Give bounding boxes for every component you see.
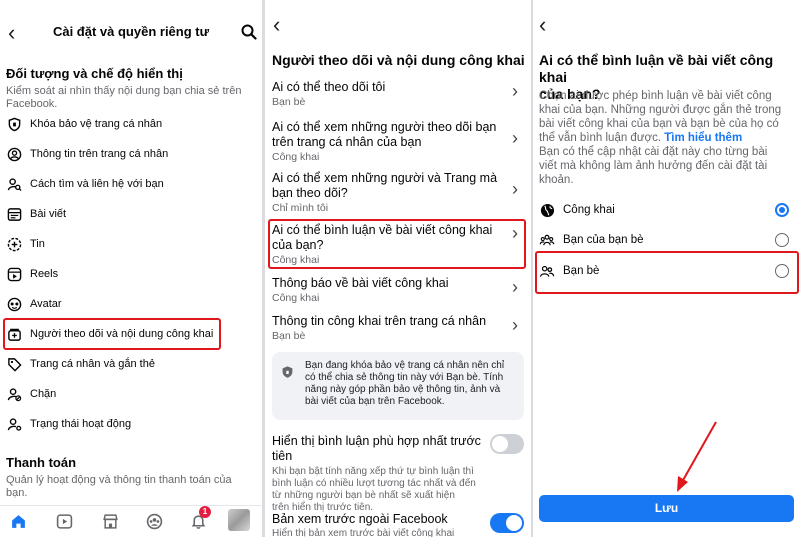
- highlight-box: [535, 251, 799, 294]
- setting-off-facebook-previews: Bản xem trước ngoài Facebook Hiển thị bả…: [272, 512, 455, 537]
- menu-item-blocking[interactable]: Chặn: [6, 382, 56, 406]
- marketplace-icon[interactable]: [101, 512, 119, 530]
- chevron-right-icon: ›: [512, 315, 518, 335]
- notification-badge: 1: [199, 506, 211, 518]
- avatar-icon: [6, 296, 22, 312]
- back-arrow-icon[interactable]: ‹: [273, 14, 280, 36]
- shield-icon: [6, 116, 22, 132]
- section-desc-payments-2: bạn.: [6, 487, 28, 499]
- profile-lock-notice: Bạn đang khóa bảo vệ trang cá nhân nên c…: [272, 352, 524, 420]
- section-desc-payments: Quản lý hoạt động và thông tin thanh toá…: [6, 474, 232, 486]
- menu-item-avatar[interactable]: Avatar: [6, 292, 62, 316]
- home-icon[interactable]: [9, 512, 27, 530]
- search-icon[interactable]: [241, 24, 257, 40]
- reels-icon: [6, 266, 22, 282]
- section-heading-payments: Thanh toán: [6, 455, 77, 470]
- setting-who-can-see-following[interactable]: Ai có thể xem những người và Trang mà bạ…: [272, 171, 522, 214]
- menu-item-active-status[interactable]: Trạng thái hoạt động: [6, 412, 131, 436]
- page-description: Chọn ai được phép bình luận về bài viết …: [539, 90, 782, 186]
- option-friends-of-friends[interactable]: Bạn của bạn bè: [539, 227, 797, 253]
- menu-item-find-contact[interactable]: Cách tìm và liên hệ với bạn: [6, 172, 164, 196]
- setting-public-post-notifications[interactable]: Thông báo về bài viết công khai Công kha…: [272, 276, 522, 304]
- menu-item-profile-info[interactable]: Thông tin trên trang cá nhân: [6, 142, 168, 166]
- video-icon[interactable]: [55, 512, 73, 530]
- menu-item-profile-lock[interactable]: Khóa bảo vệ trang cá nhân: [6, 112, 162, 136]
- groups-icon[interactable]: [145, 512, 163, 530]
- activity-icon: [6, 416, 22, 432]
- shield-icon: [282, 366, 293, 378]
- followers-public-content-panel: ‹ Người theo dõi và nội dung công khai A…: [265, 0, 531, 537]
- story-plus-icon: [6, 236, 22, 252]
- menu-item-stories[interactable]: Tin: [6, 232, 45, 256]
- chevron-right-icon: ›: [512, 277, 518, 297]
- back-arrow-icon[interactable]: ‹: [539, 14, 546, 36]
- red-arrow-annotation: [677, 421, 717, 492]
- comment-audience-panel: ‹ Ai có thể bình luận về bài viết công k…: [533, 0, 800, 537]
- chevron-right-icon: ›: [512, 179, 518, 199]
- highlight-box: [3, 318, 221, 350]
- bottom-nav: [0, 505, 262, 537]
- block-icon: [6, 386, 22, 402]
- radio-friends-of-friends[interactable]: [775, 233, 789, 247]
- section-desc-audience-2: Facebook.: [6, 98, 58, 110]
- setting-who-can-see-followers[interactable]: Ai có thể xem những người theo dõi bạn t…: [272, 120, 522, 163]
- chevron-right-icon: ›: [512, 81, 518, 101]
- tag-icon: [6, 356, 22, 372]
- page-title: Người theo dõi và nội dung công khai: [272, 52, 525, 68]
- learn-more-link[interactable]: Tìm hiểu thêm: [664, 132, 742, 144]
- section-desc-audience: Kiểm soát ai nhìn thấy nội dung bạn chia…: [6, 85, 242, 97]
- highlight-box: [268, 219, 526, 269]
- setting-who-can-follow[interactable]: Ai có thể theo dõi tôi Bạn bè ›: [272, 80, 522, 108]
- settings-privacy-panel: ‹ Cài đặt và quyền riêng tư Đối tượng và…: [0, 0, 262, 537]
- profile-icon: [6, 146, 22, 162]
- find-person-icon: [6, 176, 22, 192]
- friends-of-friends-icon: [539, 232, 555, 248]
- setting-public-profile-info[interactable]: Thông tin công khai trên trang cá nhân B…: [272, 314, 522, 342]
- page-title: Cài đặt và quyền riêng tư: [52, 24, 210, 39]
- menu-item-profile-tagging[interactable]: Trang cá nhân và gắn thẻ: [6, 352, 155, 376]
- posts-icon: [6, 206, 22, 222]
- chevron-right-icon: ›: [512, 128, 518, 148]
- globe-icon: [539, 202, 555, 218]
- setting-most-relevant-comments: Hiển thị bình luận phù hợp nhất trước ti…: [272, 434, 481, 513]
- off-facebook-previews-toggle[interactable]: [490, 513, 524, 533]
- most-relevant-comments-toggle[interactable]: [490, 434, 524, 454]
- avatar[interactable]: [228, 509, 250, 531]
- radio-public[interactable]: [775, 203, 789, 217]
- menu-item-posts[interactable]: Bài viết: [6, 202, 66, 226]
- menu-item-reels[interactable]: Reels: [6, 262, 58, 286]
- save-button[interactable]: Lưu: [539, 495, 794, 522]
- option-public[interactable]: Công khai: [539, 197, 797, 223]
- section-heading-audience: Đối tượng và chế độ hiển thị: [6, 66, 183, 81]
